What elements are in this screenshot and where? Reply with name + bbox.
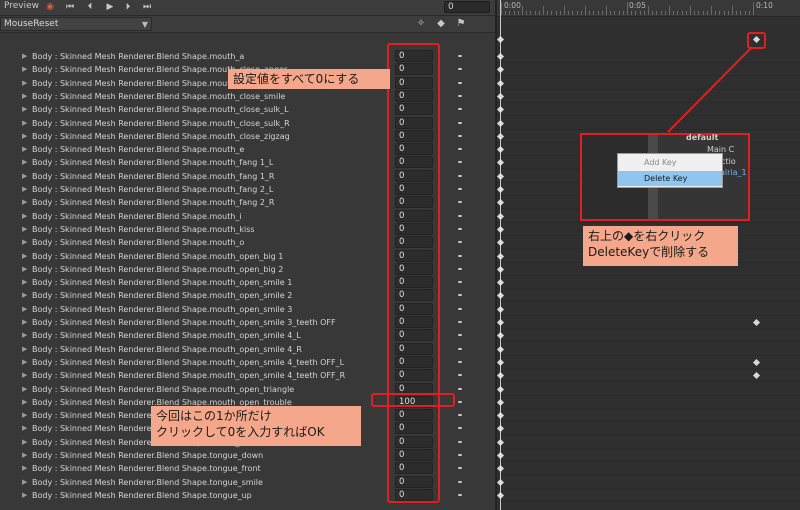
menu-item-delete-key[interactable]: Delete Key	[618, 171, 722, 186]
context-menu-inset: default Main C rectio alria_1 Add Key De…	[580, 133, 750, 221]
menu-item-add-key[interactable]: Add Key	[618, 155, 722, 170]
callout-right-click: 右上の◆を右クリック DeleteKeyで削除する	[583, 226, 738, 266]
hierarchy-root: default	[686, 133, 719, 142]
hierarchy-item-model: alria_1	[720, 168, 747, 177]
callout-only-this: 今回はこの1か所だけ クリックして0を入力すればOK	[151, 406, 361, 446]
context-menu: Add Key Delete Key	[617, 153, 723, 188]
callout-set-zero: 設定値をすべて0にする	[228, 69, 390, 89]
